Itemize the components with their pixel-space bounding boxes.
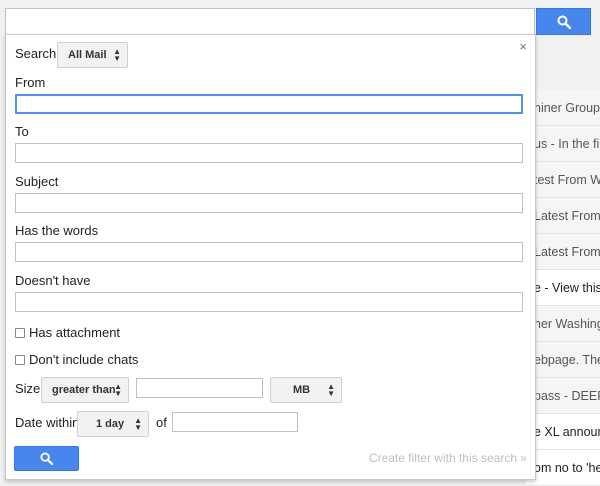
- date-input[interactable]: [172, 412, 298, 432]
- create-filter-link[interactable]: Create filter with this search »: [369, 451, 527, 465]
- doesnt-have-label: Doesn't have: [15, 273, 91, 288]
- size-unit-value: MB: [293, 384, 311, 396]
- of-label: of: [156, 415, 167, 430]
- chevron-updown-icon: ▲ ▼: [113, 47, 121, 63]
- has-words-label: Has the words: [15, 223, 99, 238]
- search-input[interactable]: [5, 8, 535, 35]
- no-chats-label: Don't include chats: [29, 352, 139, 367]
- email-row[interactable]: e - View this: [526, 270, 600, 306]
- email-row[interactable]: niner Group/: [526, 90, 600, 126]
- email-row[interactable]: om no to 'he: [526, 450, 600, 486]
- email-row[interactable]: us - In the fir: [526, 126, 600, 162]
- close-icon[interactable]: ×: [519, 39, 527, 54]
- date-within-label: Date within: [15, 415, 80, 430]
- subject-field[interactable]: [15, 193, 523, 213]
- date-range-select[interactable]: 1 day ▲ ▼: [77, 411, 149, 437]
- doesnt-have-field[interactable]: [15, 292, 523, 312]
- size-unit-select[interactable]: MB ▲ ▼: [270, 377, 342, 403]
- search-button[interactable]: [536, 8, 591, 35]
- email-row[interactable]: Latest From: [526, 234, 600, 270]
- no-chats-checkbox[interactable]: [15, 355, 25, 365]
- search-scope-value: All Mail: [68, 49, 107, 61]
- has-attachment-label: Has attachment: [29, 325, 121, 340]
- search-scope-select[interactable]: All Mail ▲ ▼: [57, 42, 128, 68]
- advanced-search-panel: × Search All Mail ▲ ▼ From To Subject Has…: [5, 34, 536, 480]
- chevron-updown-icon: ▲ ▼: [114, 382, 122, 398]
- size-operator-select[interactable]: greater than ▲ ▼: [41, 377, 129, 403]
- size-operator-value: greater than: [52, 384, 116, 396]
- email-row[interactable]: pass - DEEP: [526, 378, 600, 414]
- email-row[interactable]: Latest From: [526, 198, 600, 234]
- email-row[interactable]: ebpage. The: [526, 342, 600, 378]
- email-list: niner Group/ us - In the fir test From W…: [526, 90, 600, 486]
- chevron-updown-icon: ▲ ▼: [134, 416, 142, 432]
- email-row[interactable]: test From W: [526, 162, 600, 198]
- has-words-field[interactable]: [15, 242, 523, 262]
- search-submit-button[interactable]: [14, 446, 79, 471]
- from-label: From: [15, 75, 46, 90]
- has-attachment-checkbox[interactable]: [15, 328, 25, 338]
- size-label: Size: [15, 381, 41, 396]
- size-value-input[interactable]: [136, 378, 263, 398]
- search-icon: [557, 15, 571, 29]
- to-field[interactable]: [15, 143, 523, 163]
- search-scope-label: Search: [15, 46, 57, 61]
- from-field[interactable]: [15, 94, 523, 114]
- subject-label: Subject: [15, 174, 59, 189]
- chevron-updown-icon: ▲ ▼: [327, 382, 335, 398]
- email-row[interactable]: e XL annour: [526, 414, 600, 450]
- date-range-value: 1 day: [96, 418, 125, 430]
- to-label: To: [15, 124, 29, 139]
- email-row[interactable]: ner Washing: [526, 306, 600, 342]
- search-icon: [40, 452, 53, 465]
